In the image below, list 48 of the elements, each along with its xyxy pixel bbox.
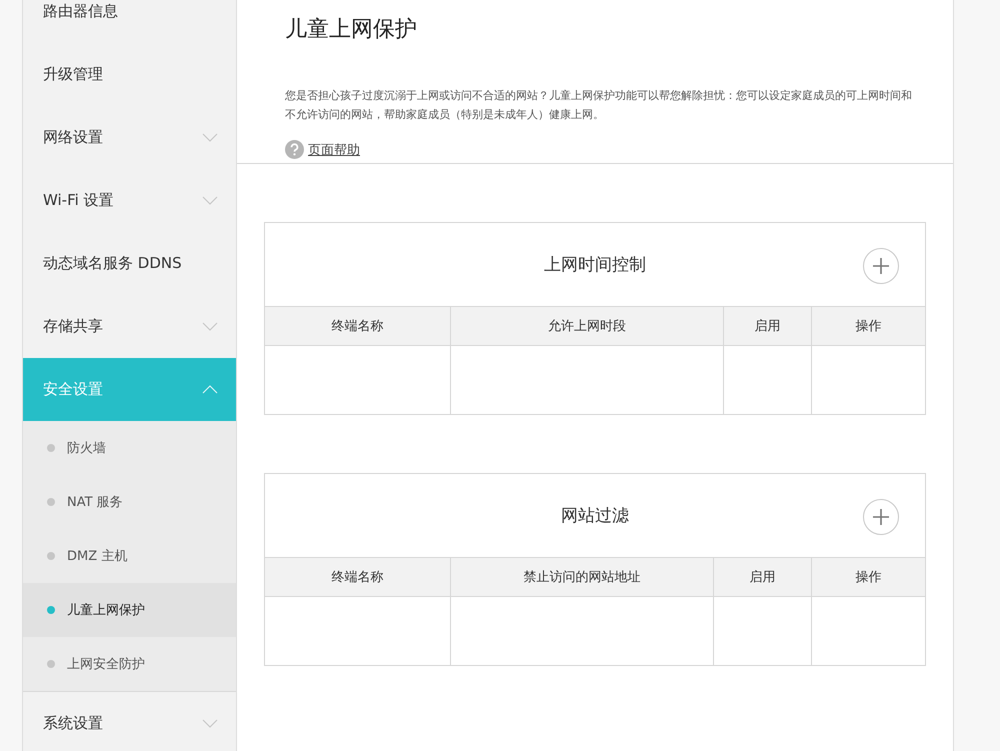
column-header: 允许上网时段 (450, 306, 723, 345)
menu-label: NAT 服务 (67, 494, 123, 511)
plus-icon (872, 257, 890, 275)
add-button[interactable] (863, 499, 899, 535)
page-title: 儿童上网保护 (285, 16, 418, 44)
submenu-item[interactable]: 上网安全防护 (23, 637, 236, 691)
menu-label: 系统设置 (43, 714, 103, 733)
table-title: 网站过滤 (561, 505, 629, 527)
sidebar-item[interactable]: 升级管理 (23, 43, 236, 106)
menu-label: 上网安全防护 (67, 656, 145, 673)
submenu-item[interactable]: 儿童上网保护 (23, 583, 236, 637)
column-header: 终端名称 (265, 557, 450, 596)
column-header: 终端名称 (265, 306, 450, 345)
menu-label: 防火墙 (67, 440, 106, 457)
menu-label: 存储共享 (43, 317, 103, 336)
column-header: 操作 (811, 306, 925, 345)
help-icon (285, 140, 304, 159)
submenu-item[interactable]: NAT 服务 (23, 475, 236, 529)
column-header: 操作 (811, 557, 925, 596)
help-link[interactable]: 页面帮助 (308, 140, 360, 158)
menu-label: Wi-Fi 设置 (43, 191, 114, 210)
sidebar-item[interactable]: 路由器信息 (23, 0, 236, 43)
menu-label: 升级管理 (43, 65, 103, 84)
submenu-item[interactable]: 防火墙 (23, 421, 236, 475)
table-title: 上网时间控制 (544, 254, 646, 276)
bullet-icon (47, 552, 55, 560)
column-header: 启用 (723, 306, 811, 345)
bullet-icon (47, 498, 55, 506)
submenu-item[interactable]: DMZ 主机 (23, 529, 236, 583)
column-header: 禁止访问的网站地址 (450, 557, 713, 596)
bullet-icon (47, 444, 55, 452)
plus-icon (872, 508, 890, 526)
menu-label: 动态域名服务 DDNS (43, 254, 182, 273)
bullet-icon (47, 606, 55, 614)
sidebar-item[interactable]: 系统设置 (23, 692, 236, 751)
bullet-icon (47, 660, 55, 668)
menu-label: 网络设置 (43, 128, 103, 147)
menu-label: 安全设置 (43, 380, 103, 399)
column-header: 启用 (713, 557, 811, 596)
sidebar-item[interactable]: 动态域名服务 DDNS (23, 232, 236, 295)
menu-label: 儿童上网保护 (67, 602, 145, 619)
sidebar-item[interactable]: 网络设置 (23, 106, 236, 169)
menu-label: 路由器信息 (43, 2, 118, 21)
sidebar-item[interactable]: Wi-Fi 设置 (23, 169, 236, 232)
add-button[interactable] (863, 248, 899, 284)
sidebar-item[interactable]: 存储共享 (23, 295, 236, 358)
page-description: 您是否担心孩子过度沉溺于上网或访问不合适的网站？儿童上网保护功能可以帮您解除担忧：您可以设定家庭成员的可上网时间和不允许访问的网站，帮助家庭成员（特别是未成年人）健康上网。 (285, 88, 913, 123)
menu-label: DMZ 主机 (67, 548, 128, 565)
